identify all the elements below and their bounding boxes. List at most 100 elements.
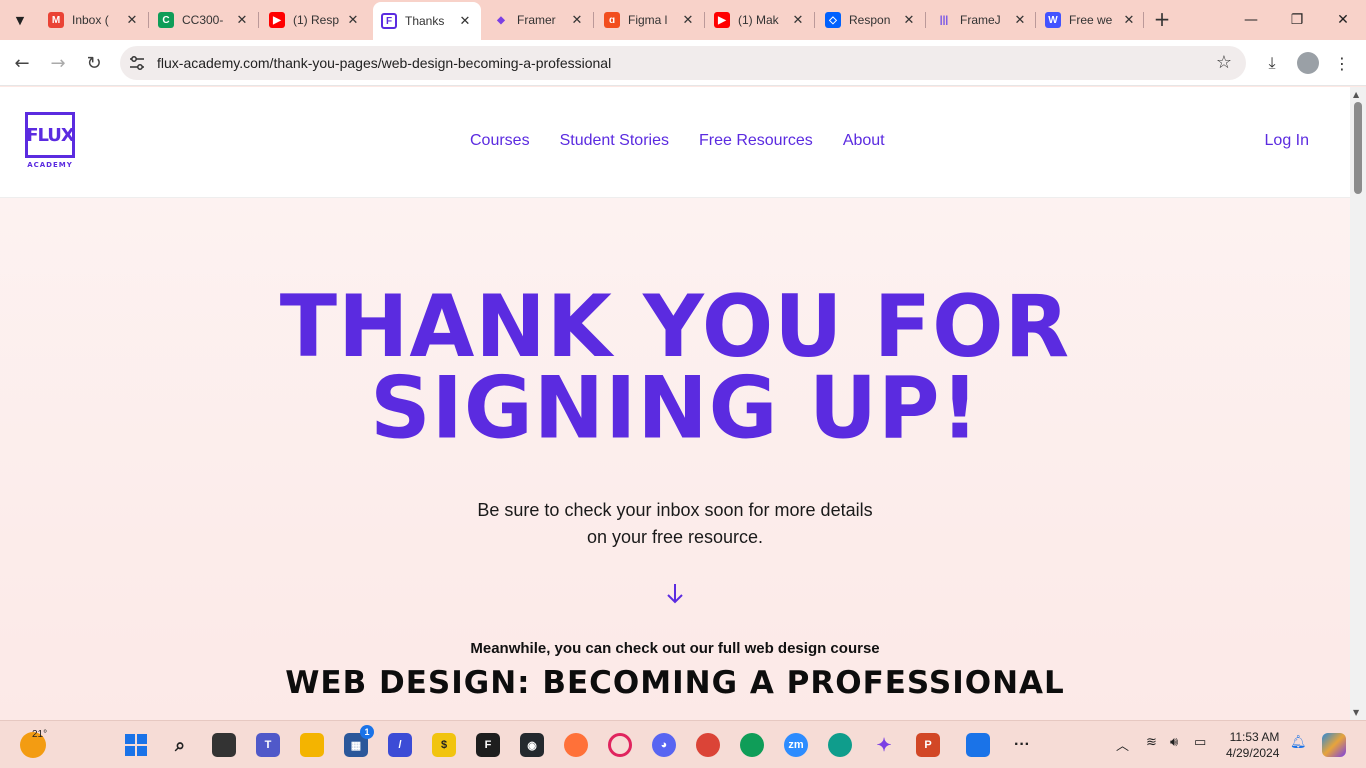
tab-classroom[interactable]: C CC300- ✕	[150, 6, 258, 34]
close-icon[interactable]: ✕	[901, 12, 917, 28]
reload-icon: ↻	[86, 52, 102, 74]
youtube-icon: ▶	[714, 12, 730, 28]
edge-button[interactable]	[828, 733, 852, 757]
tab-framejs[interactable]: ||| FrameJ ✕	[928, 6, 1036, 34]
figma-icon: ɑ	[604, 12, 620, 28]
close-icon[interactable]: ✕	[680, 12, 696, 28]
search-button[interactable]: ⌕	[168, 733, 192, 757]
hero-title-line-2: SIGNING UP!	[370, 357, 980, 458]
downloads-button[interactable]: ⤓	[1258, 49, 1286, 77]
profile-button[interactable]	[1294, 49, 1322, 77]
course-title[interactable]: WEB DESIGN: BECOMING A PROFESSIONAL	[0, 665, 1350, 701]
windows-taskbar: 21° ⌕ T ▦ 1 / $ F ◉ ◕ zm ✦ P ··· ︿ ≋ 🔊︎ …	[0, 720, 1366, 768]
bookmark-star-icon[interactable]: ☆	[1216, 52, 1232, 73]
notification-bell-icon[interactable]: 🔔︎	[1290, 735, 1307, 750]
firefox-button[interactable]	[564, 733, 588, 757]
store-badge: 1	[360, 725, 374, 739]
logo-mark: FLUX	[25, 112, 75, 158]
app-button[interactable]: /	[388, 733, 412, 757]
discord-button[interactable]: ◕	[652, 733, 676, 757]
opera-button[interactable]	[608, 733, 632, 757]
tab-youtube-1[interactable]: ▶ (1) Resp ✕	[261, 6, 369, 34]
nav-courses[interactable]: Courses	[470, 132, 530, 150]
close-icon[interactable]: ✕	[1121, 12, 1137, 28]
clock[interactable]: 11:53 AM 4/29/2024	[1226, 729, 1279, 761]
photos-button[interactable]	[966, 733, 990, 757]
close-icon[interactable]: ✕	[124, 12, 140, 28]
more-apps-button[interactable]: ···	[1010, 733, 1034, 757]
copilot-button[interactable]	[1322, 733, 1346, 757]
wifi-icon[interactable]: ≋	[1146, 735, 1157, 750]
restore-button[interactable]: ❐	[1274, 0, 1320, 40]
plus-icon: +	[1153, 7, 1171, 31]
tab-strip: ▼ M Inbox ( ✕ C CC300- ✕ ▶ (1) Resp ✕ F …	[0, 0, 1366, 40]
page-scrollbar[interactable]: ▲ ▼	[1350, 87, 1366, 720]
copilot-app-button[interactable]: ✦	[872, 733, 896, 757]
logo-subtitle: ACADEMY	[27, 161, 73, 169]
teams-button[interactable]: T	[256, 733, 280, 757]
nav-free-resources[interactable]: Free Resources	[699, 132, 813, 150]
arrow-left-icon: ←	[14, 52, 30, 74]
chrome-profile-button[interactable]	[696, 733, 720, 757]
forward-button[interactable]: →	[44, 49, 72, 77]
url-text[interactable]: flux-academy.com/thank-you-pages/web-des…	[157, 55, 611, 71]
close-icon[interactable]: ✕	[345, 12, 361, 28]
back-button[interactable]: ←	[8, 49, 36, 77]
tab-figma[interactable]: ɑ Figma l ✕	[596, 6, 704, 34]
close-icon: ✕	[1337, 12, 1349, 28]
scroll-up-icon[interactable]: ▲	[1353, 90, 1359, 99]
tab-thanks[interactable]: F Thanks ✕	[373, 2, 481, 40]
flux-icon: F	[381, 13, 397, 29]
tab-dropbox[interactable]: ◇ Respon ✕	[817, 6, 925, 34]
site-settings-icon[interactable]	[128, 54, 146, 72]
flux-logo[interactable]: FLUX ACADEMY	[25, 112, 75, 169]
figma-button[interactable]: F	[476, 733, 500, 757]
menu-button[interactable]: ⋮	[1328, 49, 1356, 77]
github-icon: ◉	[527, 739, 537, 752]
task-view-button[interactable]	[212, 733, 236, 757]
store-button[interactable]: ▦ 1	[344, 725, 374, 757]
address-bar[interactable]: flux-academy.com/thank-you-pages/web-des…	[120, 46, 1246, 80]
tray-chevron-up-icon[interactable]: ︿	[1116, 735, 1129, 754]
zoom-button[interactable]: zm	[784, 733, 808, 757]
coin-app-button[interactable]: $	[432, 733, 456, 757]
tab-framer[interactable]: ◆ Framer ✕	[485, 6, 593, 34]
tab-gmail[interactable]: M Inbox ( ✕	[40, 6, 148, 34]
nav-about[interactable]: About	[843, 132, 885, 150]
powerpoint-button[interactable]: P	[916, 733, 940, 757]
github-button[interactable]: ◉	[520, 733, 544, 757]
webflow-icon: W	[1045, 12, 1061, 28]
dropbox-icon: ◇	[825, 12, 841, 28]
file-explorer-button[interactable]	[300, 733, 324, 757]
windows-icon	[125, 734, 147, 756]
figma-icon: F	[484, 739, 492, 751]
minimize-button[interactable]: —	[1228, 0, 1274, 40]
new-tab-button[interactable]: +	[1150, 8, 1174, 32]
battery-icon[interactable]: ▭	[1194, 735, 1206, 750]
tab-search-button[interactable]: ▼	[8, 8, 32, 32]
scroll-down-icon[interactable]: ▼	[1353, 708, 1359, 717]
close-icon[interactable]: ✕	[1012, 12, 1028, 28]
chrome-button[interactable]	[740, 733, 764, 757]
volume-icon[interactable]: 🔊︎	[1170, 735, 1178, 750]
chevron-down-icon: ▼	[15, 13, 25, 27]
close-window-button[interactable]: ✕	[1320, 0, 1366, 40]
browser-toolbar: ← → ↻ flux-academy.com/thank-you-pages/w…	[0, 40, 1366, 86]
clock-date: 4/29/2024	[1226, 746, 1280, 760]
scrollbar-thumb[interactable]	[1354, 102, 1362, 194]
nav-student-stories[interactable]: Student Stories	[560, 132, 669, 150]
tab-webflow[interactable]: W Free we ✕	[1037, 6, 1145, 34]
reload-button[interactable]: ↻	[80, 49, 108, 77]
close-icon[interactable]: ✕	[234, 12, 250, 28]
start-button[interactable]	[124, 733, 148, 757]
powerpoint-icon: P	[924, 739, 932, 751]
login-link[interactable]: Log In	[1265, 132, 1309, 150]
arrow-right-icon: →	[50, 52, 66, 74]
tab-youtube-2[interactable]: ▶ (1) Mak ✕	[706, 6, 814, 34]
framer-icon: ◆	[497, 14, 505, 26]
close-icon[interactable]: ✕	[457, 13, 473, 29]
close-icon[interactable]: ✕	[790, 12, 806, 28]
search-icon: ⌕	[174, 734, 186, 755]
close-icon[interactable]: ✕	[569, 12, 585, 28]
meanwhile-text: Meanwhile, you can check out our full we…	[470, 640, 880, 657]
